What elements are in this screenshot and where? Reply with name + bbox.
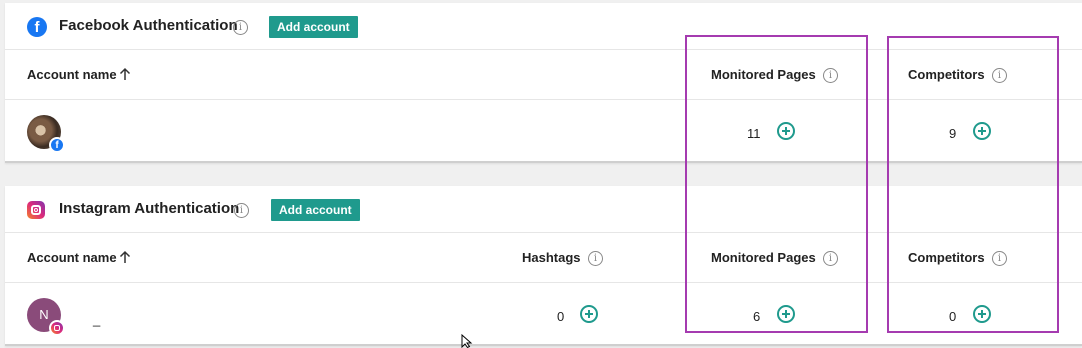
hashtags-count: 0 xyxy=(557,309,565,324)
table-row: N _ 0 6 0 xyxy=(5,284,1082,344)
plus-circle-icon[interactable] xyxy=(777,305,795,323)
table-header: Account name Monitored Pages i Competito… xyxy=(5,51,1082,100)
info-icon[interactable]: i xyxy=(234,203,249,218)
arrow-up-icon[interactable] xyxy=(118,67,132,81)
table-header: Account name Hashtags i Monitored Pages … xyxy=(5,234,1082,283)
competitors-count: 0 xyxy=(949,309,957,324)
add-account-button[interactable]: Add account xyxy=(271,199,360,221)
info-icon[interactable]: i xyxy=(823,251,838,266)
column-header-hashtags: Hashtags xyxy=(522,250,581,265)
info-icon[interactable]: i xyxy=(992,68,1007,83)
competitors-count: 9 xyxy=(949,126,957,141)
column-header-account-name[interactable]: Account name xyxy=(27,67,117,82)
monitored-pages-count: 6 xyxy=(753,309,761,324)
column-header-competitors: Competitors xyxy=(908,67,985,82)
instagram-icon xyxy=(27,201,45,219)
column-header-account-name[interactable]: Account name xyxy=(27,250,117,265)
info-icon[interactable]: i xyxy=(233,20,248,35)
instagram-icon xyxy=(49,320,65,336)
facebook-icon: f xyxy=(27,17,47,37)
instagram-authentication-card: Instagram Authentication i Add account A… xyxy=(5,186,1082,346)
column-header-monitored-pages: Monitored Pages xyxy=(711,250,816,265)
info-icon[interactable]: i xyxy=(992,251,1007,266)
card-header: f Facebook Authentication i Add account xyxy=(5,3,1082,50)
info-icon[interactable]: i xyxy=(588,251,603,266)
card-title: Facebook Authentication xyxy=(59,17,238,34)
avatar[interactable]: f xyxy=(27,115,65,153)
mouse-cursor-icon xyxy=(461,334,473,348)
monitored-pages-count: 11 xyxy=(747,126,761,141)
plus-circle-icon[interactable] xyxy=(777,122,795,140)
arrow-up-icon[interactable] xyxy=(118,250,132,264)
column-header-competitors: Competitors xyxy=(908,250,985,265)
column-header-monitored-pages: Monitored Pages xyxy=(711,67,816,82)
add-account-button[interactable]: Add account xyxy=(269,16,358,38)
plus-circle-icon[interactable] xyxy=(973,122,991,140)
facebook-authentication-card: f Facebook Authentication i Add account … xyxy=(5,3,1082,163)
facebook-icon: f xyxy=(49,137,65,153)
table-row: f 11 9 xyxy=(5,101,1082,161)
info-icon[interactable]: i xyxy=(823,68,838,83)
avatar[interactable]: N xyxy=(27,298,65,336)
plus-circle-icon[interactable] xyxy=(580,305,598,323)
plus-circle-icon[interactable] xyxy=(973,305,991,323)
account-name: _ xyxy=(93,312,101,327)
card-title: Instagram Authentication xyxy=(59,200,240,217)
card-header: Instagram Authentication i Add account xyxy=(5,186,1082,233)
